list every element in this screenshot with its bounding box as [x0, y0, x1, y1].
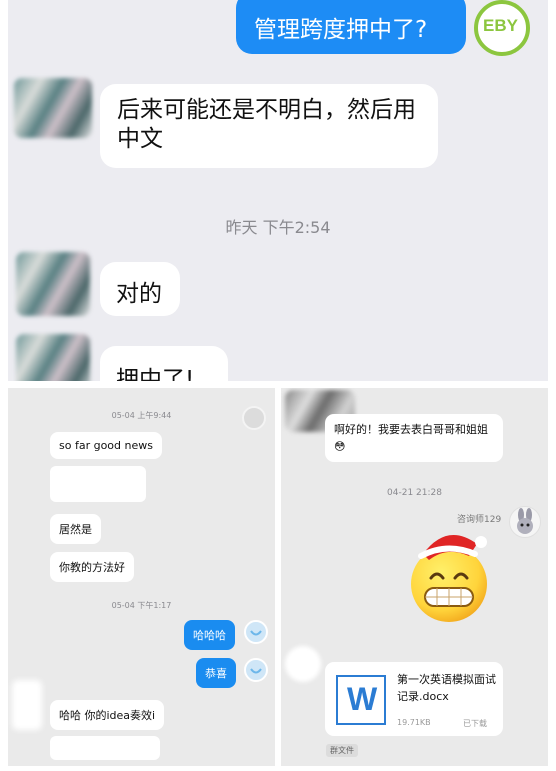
contact-avatar-2[interactable]: [16, 252, 90, 316]
outgoing-bubble[interactable]: 管理跨度押中了?: [236, 0, 466, 54]
msg-hahaha[interactable]: 哈哈哈: [184, 620, 235, 650]
flushed-emoji: 😳: [334, 440, 346, 453]
top-chat-panel: 管理跨度押中了? EBY 后来可能还是不明白，然后用中文 昨天 下午2:54 对…: [8, 0, 548, 381]
msg-top-text: 啊好的！我要去表白哥哥和姐姐: [334, 423, 488, 436]
msg-idea[interactable]: 哈哈 你的idea奏效i: [50, 700, 165, 730]
incoming-message-3: 押中了!: [116, 367, 195, 381]
blurred-avatar-2: [285, 646, 321, 682]
file-card[interactable]: W 第一次英语模拟面试记录.docx 19.71KB 已下载: [325, 662, 503, 736]
logo-avatar[interactable]: EBY: [474, 0, 530, 56]
redacted-message: [50, 466, 146, 502]
msg-method[interactable]: 你教的方法好: [50, 552, 134, 582]
msg-juran[interactable]: 居然是: [50, 514, 101, 544]
grinning-santa-emoji: [411, 535, 487, 622]
rabbit-avatar[interactable]: [509, 506, 541, 538]
smile-icon: [250, 630, 262, 636]
left-chat-panel: 05-04 上午9:44 so far good news 居然是 你教的方法好…: [8, 388, 275, 766]
logo-text: EBY: [483, 16, 518, 35]
file-source-tag[interactable]: 群文件: [326, 744, 358, 757]
rabbit-icon: [517, 508, 533, 534]
smile-icon: [250, 668, 262, 674]
self-avatar[interactable]: [244, 620, 268, 644]
right-timestamp: 04-21 21:28: [387, 488, 442, 498]
file-size: 19.71KB: [397, 718, 431, 727]
file-status: 已下载: [463, 719, 487, 728]
contact-avatar-3[interactable]: [16, 334, 90, 381]
self-avatar-2[interactable]: [244, 658, 268, 682]
contact-avatar[interactable]: [14, 78, 92, 138]
incoming-bubble-2[interactable]: 对的: [100, 262, 180, 316]
incoming-bubble-3[interactable]: 押中了!: [100, 346, 228, 381]
incoming-message-1: 后来可能还是不明白，然后用中文: [117, 97, 416, 152]
redacted-message-2: [50, 736, 160, 760]
right-chat-panel: 啊好的！我要去表白哥哥和姐姐 😳 04-21 21:28 咨询师129 W 第一次…: [281, 388, 548, 766]
left-timestamp-1: 05-04 上午9:44: [111, 411, 172, 420]
left-timestamp-2: 05-04 下午1:17: [111, 601, 172, 610]
msg-top-bubble[interactable]: 啊好的！我要去表白哥哥和姐姐 😳: [325, 414, 503, 462]
incoming-message-2: 对的: [116, 281, 162, 307]
word-letter: W: [347, 681, 378, 717]
circle-avatar[interactable]: [242, 406, 266, 430]
sender-name: 咨询师129: [457, 515, 502, 525]
word-file-icon: W: [336, 675, 386, 725]
incoming-bubble-1[interactable]: 后来可能还是不明白，然后用中文: [100, 84, 438, 168]
file-name: 第一次英语模拟面试记录.docx: [397, 673, 496, 703]
msg-so-far[interactable]: so far good news: [50, 432, 162, 459]
msg-gongxi[interactable]: 恭喜: [196, 658, 236, 688]
top-timestamp: 昨天 下午2:54: [225, 218, 331, 237]
redacted-avatar: [12, 680, 42, 730]
outgoing-question: 管理跨度押中了?: [254, 17, 428, 43]
